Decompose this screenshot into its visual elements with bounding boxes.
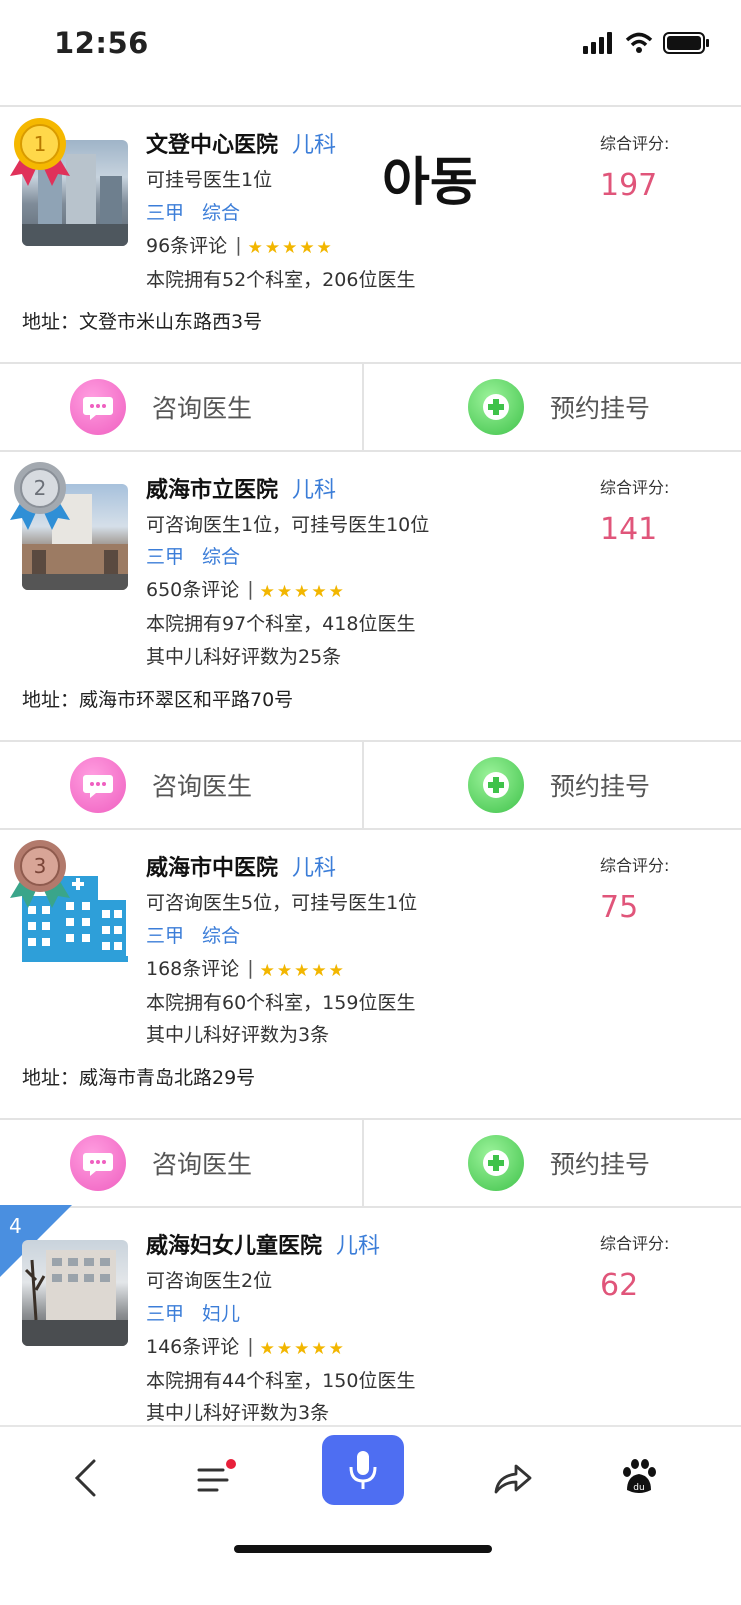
status-time: 12:56 — [54, 26, 149, 60]
baidu-button[interactable]: du — [614, 1443, 664, 1513]
doctor-availability: 可咨询医生1位，可挂号医生10位 — [146, 514, 430, 536]
plus-icon — [468, 379, 524, 435]
appointment-button[interactable]: 预约挂号 — [468, 364, 650, 450]
star-rating: ★★★★★ — [247, 237, 334, 258]
voice-search-button[interactable] — [322, 1435, 404, 1505]
hospital-tags: 三甲 妇儿 — [146, 1303, 241, 1325]
score-value: 75 — [600, 890, 639, 925]
doctor-availability: 可咨询医生5位，可挂号医生1位 — [146, 892, 418, 914]
department-label: 儿科 — [292, 478, 337, 503]
doctor-availability: 可挂号医生1位 — [146, 169, 273, 191]
plus-icon — [468, 1135, 524, 1191]
bronze-medal-icon: 3 — [10, 840, 70, 908]
hospital-stats: 本院拥有97个科室，418位医生 — [146, 613, 416, 635]
baidu-paw-icon: du — [623, 1459, 656, 1493]
bottom-nav: du — [0, 1425, 741, 1605]
appointment-label: 预约挂号 — [550, 1150, 651, 1179]
system-icons — [583, 32, 711, 54]
star-rating: ★★★★★ — [259, 581, 346, 602]
hospital-address: 地址：威海市青岛北路29号 — [22, 1067, 256, 1089]
appointment-label: 预约挂号 — [550, 394, 651, 423]
wifi-icon — [625, 32, 653, 53]
score-value: 197 — [600, 168, 658, 203]
score-label: 综合评分: — [600, 478, 670, 497]
appointment-button[interactable]: 预约挂号 — [468, 1120, 650, 1206]
plus-icon — [468, 757, 524, 813]
appointment-button[interactable]: 预约挂号 — [468, 742, 650, 828]
review-summary[interactable]: 146条评论 | ★★★★★ — [146, 1332, 346, 1359]
score-label: 综合评分: — [600, 134, 670, 153]
top-divider — [0, 105, 741, 107]
hospital-address: 地址：文登市米山东路西3号 — [22, 311, 263, 333]
status-bar: 12:56 — [0, 0, 741, 90]
back-button[interactable] — [60, 1443, 110, 1513]
department-label: 儿科 — [292, 133, 337, 158]
consult-label: 咨询医生 — [152, 1150, 253, 1179]
star-rating: ★★★★★ — [259, 1338, 346, 1359]
hospital-stats: 本院拥有44个科室，150位医生 — [146, 1370, 416, 1392]
mic-icon — [349, 1451, 377, 1489]
svg-text:1: 1 — [34, 132, 47, 156]
battery-icon — [663, 32, 709, 54]
divider — [362, 742, 364, 828]
menu-icon — [197, 1459, 236, 1492]
department-reviews: 其中儿科好评数为25条 — [146, 646, 342, 668]
score-label: 综合评分: — [600, 1234, 670, 1253]
hospital-name[interactable]: 威海市中医院 儿科 — [146, 850, 336, 882]
appointment-label: 预约挂号 — [550, 772, 651, 801]
gold-medal-icon: 1 — [10, 118, 70, 186]
department-label: 儿科 — [336, 1234, 381, 1259]
hospital-name[interactable]: 威海市立医院 儿科 — [146, 472, 336, 504]
overlay-text: 아동 — [382, 153, 478, 213]
chat-icon — [70, 757, 126, 813]
consult-doctor-button[interactable]: 咨询医生 — [70, 1120, 252, 1206]
department-label: 儿科 — [292, 856, 337, 881]
chat-icon — [70, 379, 126, 435]
home-indicator[interactable] — [234, 1545, 492, 1553]
hospital-tags: 三甲 综合 — [146, 546, 241, 568]
svg-text:du: du — [633, 1483, 644, 1493]
svg-text:3: 3 — [34, 854, 47, 878]
svg-text:2: 2 — [34, 476, 47, 500]
review-summary[interactable]: 96条评论 | ★★★★★ — [146, 231, 334, 258]
action-bar: 咨询医生 预约挂号 — [0, 362, 741, 452]
consult-label: 咨询医生 — [152, 772, 253, 801]
chat-icon — [70, 1135, 126, 1191]
consult-label: 咨询医生 — [152, 394, 253, 423]
hospital-tags: 三甲 综合 — [146, 925, 241, 947]
action-bar: 咨询医生 预约挂号 — [0, 740, 741, 830]
silver-medal-icon: 2 — [10, 462, 70, 530]
divider — [362, 364, 364, 450]
score-label: 综合评分: — [600, 856, 670, 875]
department-reviews: 其中儿科好评数为3条 — [146, 1402, 330, 1424]
share-icon — [494, 1464, 532, 1494]
rank-number: 4 — [9, 1214, 22, 1238]
signal-icon — [583, 32, 612, 54]
hospital-name[interactable]: 文登中心医院 儿科 — [146, 127, 336, 159]
back-icon — [74, 1459, 96, 1497]
hospital-name[interactable]: 威海妇女儿童医院 儿科 — [146, 1228, 380, 1260]
hospital-stats: 本院拥有60个科室，159位医生 — [146, 992, 416, 1014]
score-value: 141 — [600, 512, 658, 547]
score-value: 62 — [600, 1268, 639, 1303]
review-summary[interactable]: 650条评论 | ★★★★★ — [146, 575, 346, 602]
star-rating: ★★★★★ — [259, 960, 346, 981]
review-summary[interactable]: 168条评论 | ★★★★★ — [146, 954, 346, 981]
hospital-photo — [22, 1240, 128, 1346]
divider — [362, 1120, 364, 1206]
share-button[interactable] — [488, 1443, 538, 1513]
menu-button[interactable] — [190, 1443, 240, 1513]
consult-doctor-button[interactable]: 咨询医生 — [70, 742, 252, 828]
doctor-availability: 可咨询医生2位 — [146, 1270, 273, 1292]
hospital-address: 地址：威海市环翠区和平路70号 — [22, 689, 294, 711]
action-bar: 咨询医生 预约挂号 — [0, 1118, 741, 1208]
consult-doctor-button[interactable]: 咨询医生 — [70, 364, 252, 450]
hospital-tags: 三甲 综合 — [146, 202, 241, 224]
department-reviews: 其中儿科好评数为3条 — [146, 1024, 330, 1046]
hospital-stats: 本院拥有52个科室，206位医生 — [146, 269, 416, 291]
